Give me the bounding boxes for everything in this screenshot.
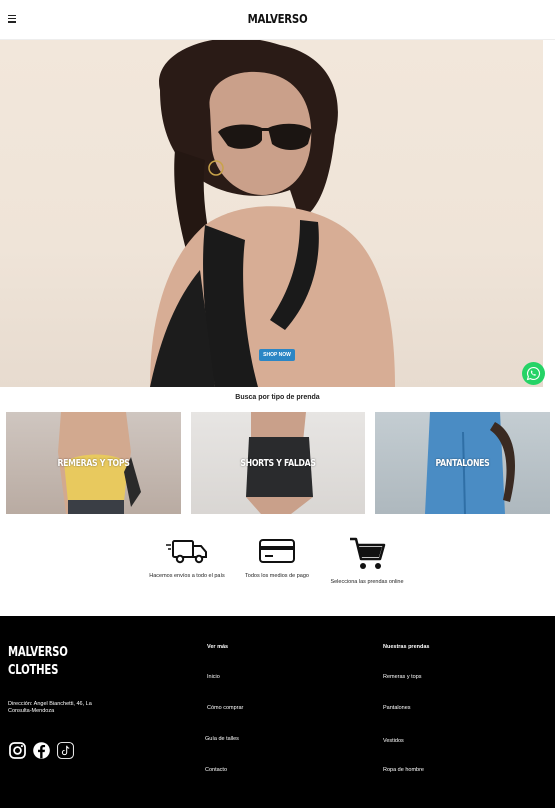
- whatsapp-button[interactable]: [522, 362, 545, 385]
- category-tile-pantalones[interactable]: PANTALONES: [375, 412, 550, 514]
- footer-logo-line: CLOTHES: [8, 663, 59, 678]
- hero-banner[interactable]: SHOP NOW: [0, 40, 543, 387]
- footer-link-inicio[interactable]: Inicio: [207, 674, 220, 680]
- footer-logo-line: MALVERSO: [8, 645, 68, 660]
- cart-icon: [350, 537, 386, 569]
- social-links: [8, 741, 75, 760]
- category-label: PANTALONES: [435, 458, 490, 469]
- facebook-icon[interactable]: [32, 741, 51, 760]
- footer-col1-title: Ver más: [207, 644, 229, 650]
- footer-link-guia-talles[interactable]: Guía de talles: [205, 736, 239, 742]
- site-footer: MALVERSO CLOTHES Dirección: Angel Bianch…: [0, 616, 555, 808]
- credit-card-icon: [259, 539, 295, 563]
- footer-link-contacto[interactable]: Contacto: [205, 767, 227, 773]
- benefit-shipping: Hacemos envíos a todo el país: [142, 535, 232, 580]
- truck-icon: [166, 540, 207, 564]
- benefit-text: Selecciona las prendas online: [330, 579, 404, 585]
- tiktok-icon[interactable]: [56, 741, 75, 760]
- footer-col2-title: Nuestras prendas: [383, 644, 430, 650]
- category-tile-shorts[interactable]: SHORTS Y FALDAS: [191, 412, 365, 514]
- brand-logo[interactable]: MALVERSO: [42, 12, 514, 26]
- categories-title: Busca por tipo de prenda: [235, 394, 320, 401]
- shop-now-button[interactable]: SHOP NOW: [259, 349, 295, 361]
- footer-link-como-comprar[interactable]: Cómo comprar: [207, 705, 243, 711]
- instagram-icon[interactable]: [8, 741, 27, 760]
- whatsapp-icon: [526, 366, 541, 381]
- footer-link-vestidos[interactable]: Vestidos: [383, 738, 404, 744]
- footer-address: Dirección: Angel Bianchetti, 46, La Cons…: [8, 701, 92, 714]
- footer-logo[interactable]: MALVERSO CLOTHES: [8, 644, 68, 680]
- category-tile-remeras[interactable]: REMERAS Y TOPS: [6, 412, 181, 514]
- footer-link-pantalones[interactable]: Pantalones: [383, 705, 411, 711]
- benefit-online: Selecciona las prendas online: [322, 535, 412, 586]
- category-label: SHORTS Y FALDAS: [240, 458, 316, 469]
- site-header: MALVERSO: [0, 0, 555, 40]
- footer-link-ropa-hombre[interactable]: Ropa de hombre: [383, 767, 424, 773]
- hero-gutter: [543, 40, 555, 387]
- benefit-payment: Todos los medios de pago: [232, 535, 322, 580]
- benefit-text: Hacemos envíos a todo el país: [149, 573, 225, 579]
- benefit-text: Todos los medios de pago: [245, 573, 309, 579]
- category-label: REMERAS Y TOPS: [57, 458, 130, 469]
- hamburger-icon[interactable]: [8, 15, 16, 23]
- hero-photo: [150, 40, 395, 387]
- footer-link-remeras[interactable]: Remeras y tops: [383, 674, 422, 680]
